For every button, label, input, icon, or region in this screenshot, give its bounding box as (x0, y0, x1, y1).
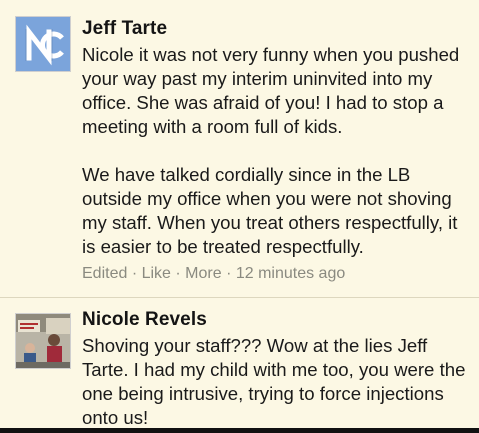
meta-separator: · (221, 265, 236, 282)
comment-author[interactable]: Jeff Tarte (82, 18, 167, 40)
comment-meta: Edited · Like · More · 12 minutes ago (82, 265, 345, 283)
paragraph-break (82, 139, 474, 163)
more-link[interactable]: More (185, 265, 221, 282)
meta-separator: · (170, 265, 186, 282)
meta-separator: · (127, 265, 142, 282)
comment-line: is easier to be treated respectfully. (82, 236, 364, 257)
comment-author[interactable]: Nicole Revels (82, 309, 207, 331)
profile-photo-icon[interactable] (15, 313, 71, 369)
comment-thread: Jeff Tarte Nicole it was not very funny … (0, 0, 479, 433)
unc-logo-icon[interactable] (15, 16, 71, 72)
comment-line: We have talked cordially since in the LB (82, 164, 411, 185)
bottom-edge-bar (0, 428, 479, 433)
comment-line: outside my office when you were not shov… (82, 188, 452, 209)
comment-body: Nicole it was not very funny when you pu… (82, 43, 474, 259)
comment-line: onto us! (82, 407, 149, 428)
comment-jeff-tarte: Jeff Tarte Nicole it was not very funny … (0, 0, 479, 297)
comment-nicole-revels: Nicole Revels Shoving your staff??? Wow … (0, 298, 479, 433)
comment-line: Nicole it was not very funny when you pu… (82, 44, 460, 65)
comment-line: office. She was afraid of you! I had to … (82, 92, 444, 113)
comment-line: Shoving your staff??? Wow at the lies Je… (82, 335, 428, 356)
comment-line: one being intrusive, trying to force inj… (82, 383, 444, 404)
comment-timestamp[interactable]: 12 minutes ago (236, 265, 345, 282)
like-link[interactable]: Like (142, 265, 171, 282)
comment-line: meeting with a room full of kids. (82, 116, 343, 137)
edited-link[interactable]: Edited (82, 265, 127, 282)
comment-line: your way past my interim uninvited into … (82, 68, 433, 89)
comment-line: my staff. When you treat others respectf… (82, 212, 458, 233)
comment-line: Tarte. I had my child with me too, you w… (82, 359, 466, 380)
comment-body: Shoving your staff??? Wow at the lies Je… (82, 334, 474, 430)
